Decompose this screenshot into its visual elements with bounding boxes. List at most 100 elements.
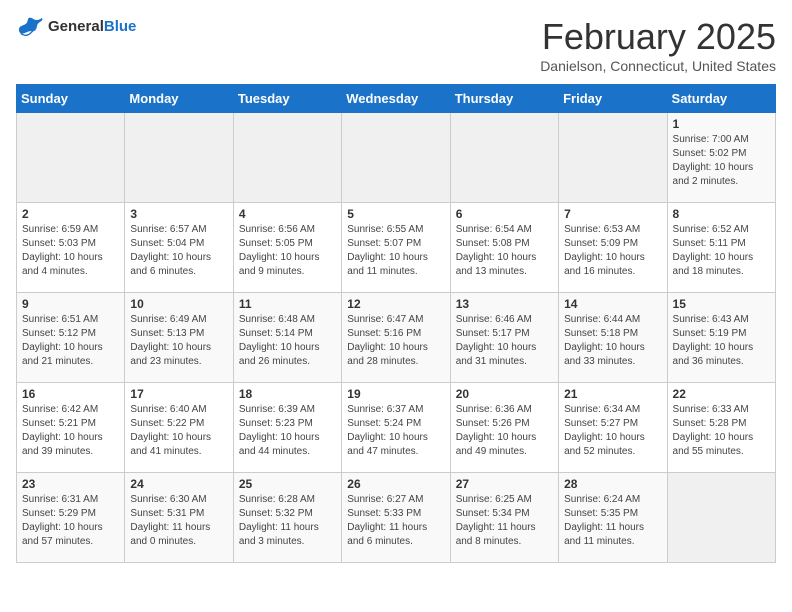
day-info: Sunrise: 6:39 AM Sunset: 5:23 PM Dayligh… <box>239 403 336 459</box>
day-number: 17 <box>130 387 227 401</box>
calendar-cell: 5 Sunrise: 6:55 AM Sunset: 5:07 PM Daylig… <box>342 203 450 293</box>
calendar-table: SundayMondayTuesdayWednesdayThursdayFrid… <box>16 84 776 563</box>
calendar-cell <box>342 113 450 203</box>
title-area: February 2025 Danielson, Connecticut, Un… <box>540 16 776 74</box>
calendar-cell: 11 Sunrise: 6:48 AM Sunset: 5:14 PM Dayli… <box>233 293 341 383</box>
day-info: Sunrise: 6:25 AM Sunset: 5:34 PM Dayligh… <box>456 493 553 549</box>
day-number: 15 <box>673 297 770 311</box>
day-header-friday: Friday <box>559 85 667 113</box>
day-number: 14 <box>564 297 661 311</box>
calendar-cell: 10 Sunrise: 6:49 AM Sunset: 5:13 PM Dayli… <box>125 293 233 383</box>
day-info: Sunrise: 6:55 AM Sunset: 5:07 PM Dayligh… <box>347 223 444 279</box>
day-number: 27 <box>456 477 553 491</box>
calendar-cell: 26 Sunrise: 6:27 AM Sunset: 5:33 PM Dayli… <box>342 473 450 563</box>
calendar-week-1: 2 Sunrise: 6:59 AM Sunset: 5:03 PM Daylig… <box>17 203 776 293</box>
day-number: 9 <box>22 297 119 311</box>
calendar-cell <box>17 113 125 203</box>
day-header-sunday: Sunday <box>17 85 125 113</box>
calendar-cell: 25Sunrise: 6:28 AM Sunset: 5:32 PM Dayli… <box>233 473 341 563</box>
day-info: Sunrise: 6:24 AM Sunset: 5:35 PM Dayligh… <box>564 493 661 549</box>
calendar-week-0: 1 Sunrise: 7:00 AM Sunset: 5:02 PM Daylig… <box>17 113 776 203</box>
calendar-cell <box>233 113 341 203</box>
day-header-tuesday: Tuesday <box>233 85 341 113</box>
day-number: 21 <box>564 387 661 401</box>
day-number: 4 <box>239 207 336 221</box>
day-number: 16 <box>22 387 119 401</box>
day-number: 3 <box>130 207 227 221</box>
calendar-cell: 14 Sunrise: 6:44 AM Sunset: 5:18 PM Dayli… <box>559 293 667 383</box>
day-number: 8 <box>673 207 770 221</box>
day-info: Sunrise: 6:31 AM Sunset: 5:29 PM Dayligh… <box>22 493 119 549</box>
calendar-cell <box>667 473 775 563</box>
day-number: 18 <box>239 387 336 401</box>
calendar-cell: 4 Sunrise: 6:56 AM Sunset: 5:05 PM Daylig… <box>233 203 341 293</box>
calendar-cell: 13Sunrise: 6:46 AM Sunset: 5:17 PM Dayli… <box>450 293 558 383</box>
day-info: Sunrise: 7:00 AM Sunset: 5:02 PM Dayligh… <box>673 133 770 189</box>
day-header-wednesday: Wednesday <box>342 85 450 113</box>
calendar-cell: 19Sunrise: 6:37 AM Sunset: 5:24 PM Dayli… <box>342 383 450 473</box>
day-info: Sunrise: 6:48 AM Sunset: 5:14 PM Dayligh… <box>239 313 336 369</box>
day-number: 5 <box>347 207 444 221</box>
calendar-week-2: 9 Sunrise: 6:51 AM Sunset: 5:12 PM Daylig… <box>17 293 776 383</box>
calendar-week-4: 23 Sunrise: 6:31 AM Sunset: 5:29 PM Dayli… <box>17 473 776 563</box>
day-number: 22 <box>673 387 770 401</box>
day-number: 26 <box>347 477 444 491</box>
day-number: 13 <box>456 297 553 311</box>
logo-bird-icon <box>16 16 44 38</box>
logo-text: GeneralBlue <box>48 18 136 36</box>
day-info: Sunrise: 6:52 AM Sunset: 5:11 PM Dayligh… <box>673 223 770 279</box>
calendar-cell <box>559 113 667 203</box>
day-info: Sunrise: 6:27 AM Sunset: 5:33 PM Dayligh… <box>347 493 444 549</box>
calendar-cell: 12 Sunrise: 6:47 AM Sunset: 5:16 PM Dayli… <box>342 293 450 383</box>
calendar-cell <box>450 113 558 203</box>
day-info: Sunrise: 6:42 AM Sunset: 5:21 PM Dayligh… <box>22 403 119 459</box>
day-header-saturday: Saturday <box>667 85 775 113</box>
day-info: Sunrise: 6:40 AM Sunset: 5:22 PM Dayligh… <box>130 403 227 459</box>
calendar-cell: 27 Sunrise: 6:25 AM Sunset: 5:34 PM Dayli… <box>450 473 558 563</box>
location-title: Danielson, Connecticut, United States <box>540 58 776 74</box>
day-number: 7 <box>564 207 661 221</box>
calendar-cell: 28 Sunrise: 6:24 AM Sunset: 5:35 PM Dayli… <box>559 473 667 563</box>
calendar-cell: 3Sunrise: 6:57 AM Sunset: 5:04 PM Daylig… <box>125 203 233 293</box>
day-info: Sunrise: 6:54 AM Sunset: 5:08 PM Dayligh… <box>456 223 553 279</box>
calendar-cell: 1 Sunrise: 7:00 AM Sunset: 5:02 PM Daylig… <box>667 113 775 203</box>
day-number: 1 <box>673 117 770 131</box>
calendar-header-row: SundayMondayTuesdayWednesdayThursdayFrid… <box>17 85 776 113</box>
calendar-cell: 23 Sunrise: 6:31 AM Sunset: 5:29 PM Dayli… <box>17 473 125 563</box>
calendar-cell: 15Sunrise: 6:43 AM Sunset: 5:19 PM Dayli… <box>667 293 775 383</box>
day-number: 12 <box>347 297 444 311</box>
calendar-cell: 8 Sunrise: 6:52 AM Sunset: 5:11 PM Daylig… <box>667 203 775 293</box>
day-number: 19 <box>347 387 444 401</box>
day-info: Sunrise: 6:49 AM Sunset: 5:13 PM Dayligh… <box>130 313 227 369</box>
logo: GeneralBlue <box>16 16 136 38</box>
day-info: Sunrise: 6:44 AM Sunset: 5:18 PM Dayligh… <box>564 313 661 369</box>
day-header-thursday: Thursday <box>450 85 558 113</box>
day-number: 20 <box>456 387 553 401</box>
month-title: February 2025 <box>540 16 776 58</box>
day-number: 10 <box>130 297 227 311</box>
day-info: Sunrise: 6:56 AM Sunset: 5:05 PM Dayligh… <box>239 223 336 279</box>
calendar-cell: 20 Sunrise: 6:36 AM Sunset: 5:26 PM Dayli… <box>450 383 558 473</box>
day-number: 28 <box>564 477 661 491</box>
day-info: Sunrise: 6:36 AM Sunset: 5:26 PM Dayligh… <box>456 403 553 459</box>
calendar-cell: 22Sunrise: 6:33 AM Sunset: 5:28 PM Dayli… <box>667 383 775 473</box>
day-info: Sunrise: 6:51 AM Sunset: 5:12 PM Dayligh… <box>22 313 119 369</box>
calendar-week-3: 16 Sunrise: 6:42 AM Sunset: 5:21 PM Dayli… <box>17 383 776 473</box>
day-info: Sunrise: 6:59 AM Sunset: 5:03 PM Dayligh… <box>22 223 119 279</box>
logo-general: General <box>48 18 104 35</box>
calendar-cell: 24Sunrise: 6:30 AM Sunset: 5:31 PM Dayli… <box>125 473 233 563</box>
calendar-cell: 9 Sunrise: 6:51 AM Sunset: 5:12 PM Daylig… <box>17 293 125 383</box>
day-number: 25 <box>239 477 336 491</box>
calendar-cell: 6 Sunrise: 6:54 AM Sunset: 5:08 PM Daylig… <box>450 203 558 293</box>
day-number: 6 <box>456 207 553 221</box>
calendar-body: 1 Sunrise: 7:00 AM Sunset: 5:02 PM Daylig… <box>17 113 776 563</box>
day-info: Sunrise: 6:47 AM Sunset: 5:16 PM Dayligh… <box>347 313 444 369</box>
day-info: Sunrise: 6:53 AM Sunset: 5:09 PM Dayligh… <box>564 223 661 279</box>
calendar-cell: 18 Sunrise: 6:39 AM Sunset: 5:23 PM Dayli… <box>233 383 341 473</box>
day-info: Sunrise: 6:30 AM Sunset: 5:31 PM Dayligh… <box>130 493 227 549</box>
day-info: Sunrise: 6:34 AM Sunset: 5:27 PM Dayligh… <box>564 403 661 459</box>
calendar-cell <box>125 113 233 203</box>
day-number: 23 <box>22 477 119 491</box>
day-number: 11 <box>239 297 336 311</box>
day-number: 2 <box>22 207 119 221</box>
